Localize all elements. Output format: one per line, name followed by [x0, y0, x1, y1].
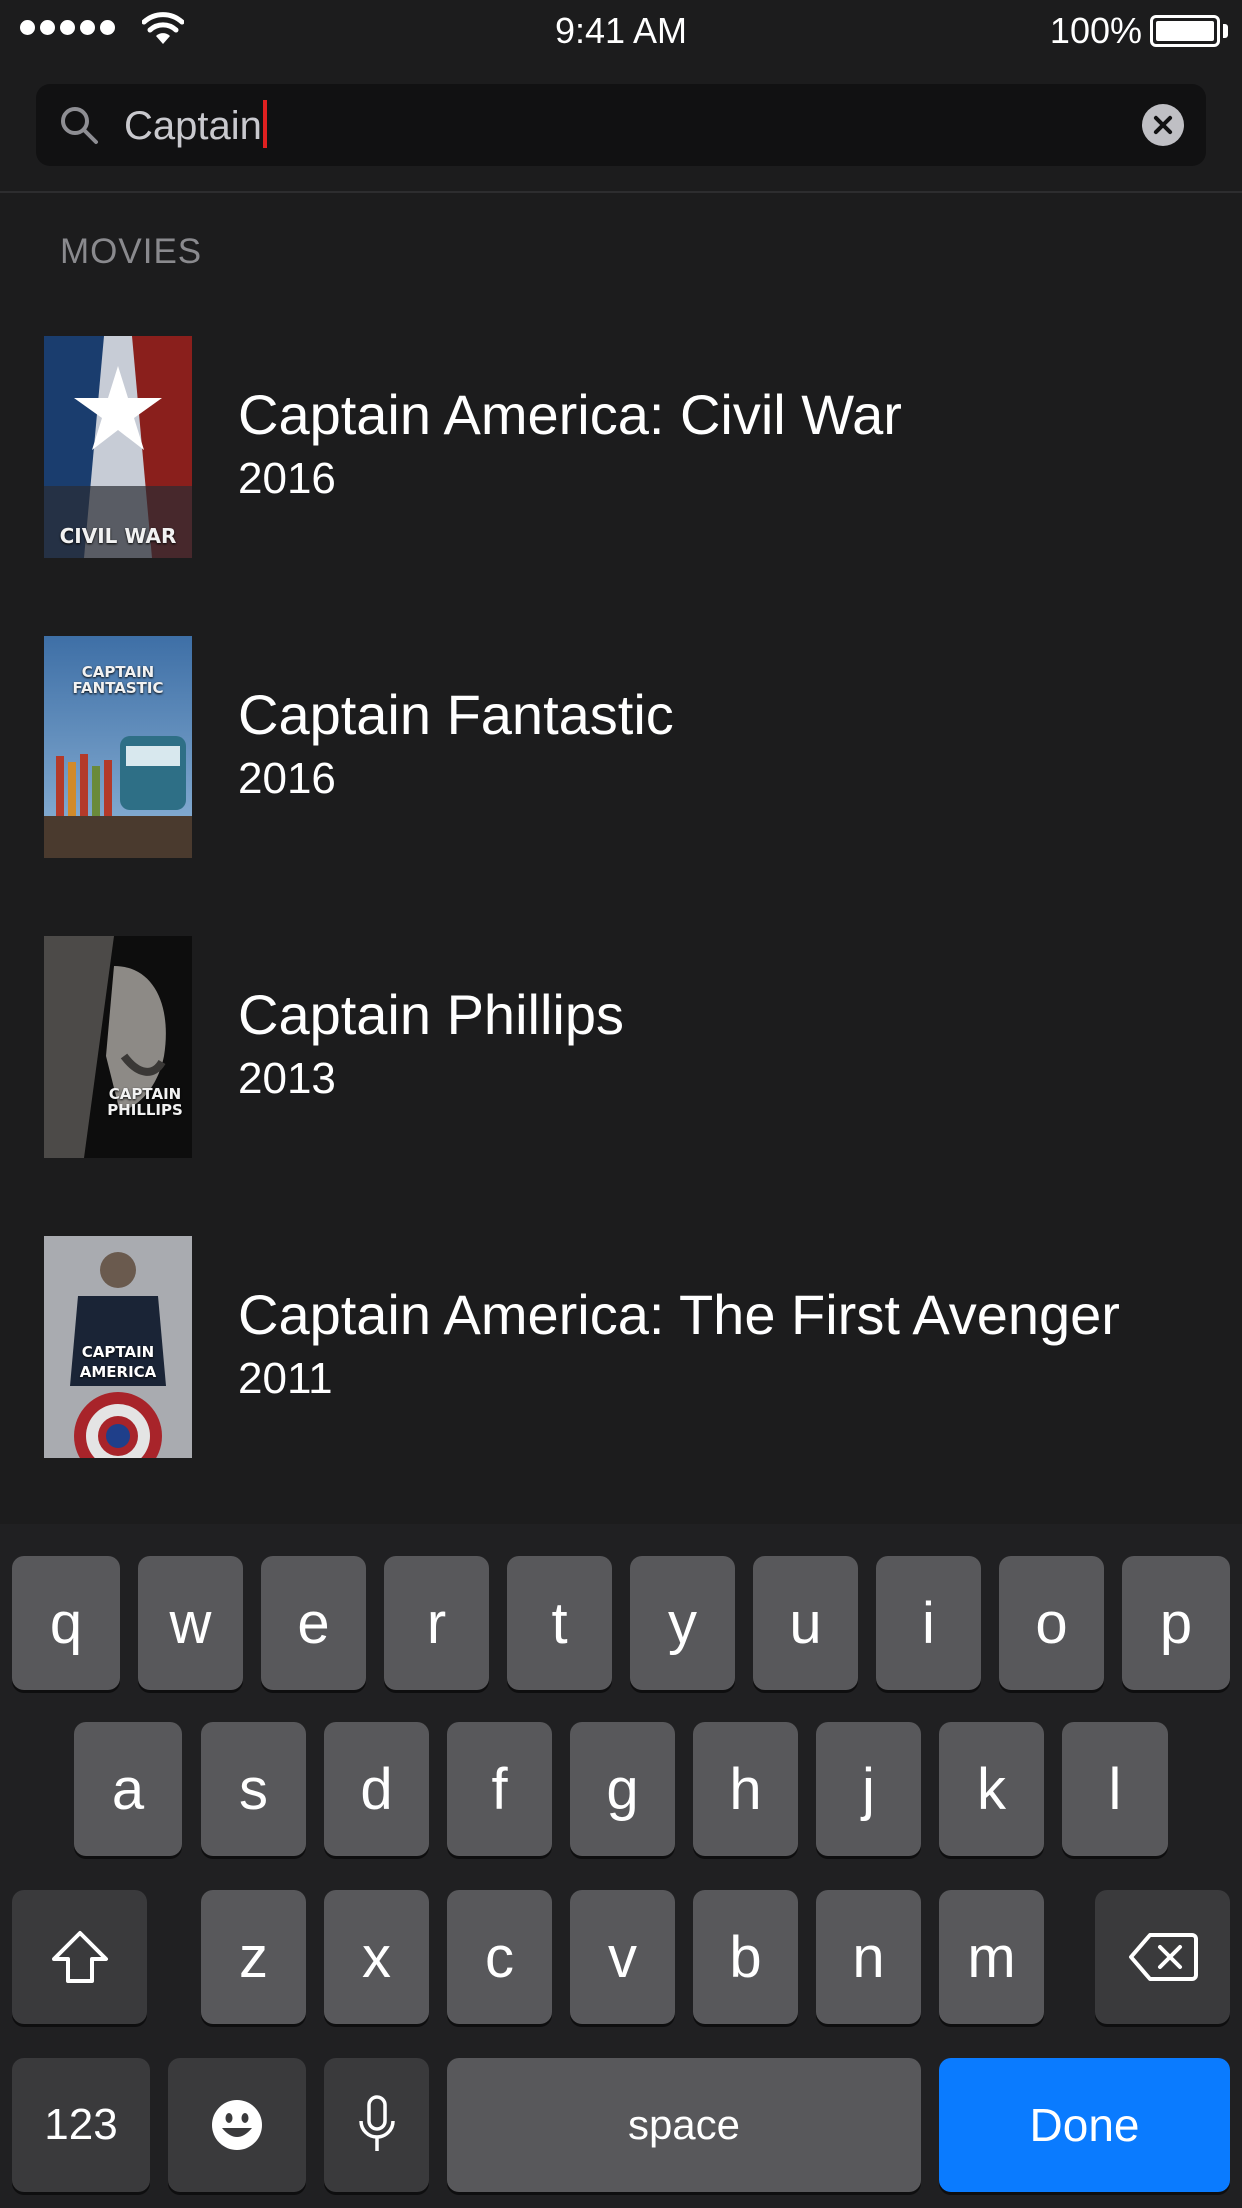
key-m[interactable]: m [939, 1890, 1044, 2024]
poster-title: CAPTAIN AMERICA [79, 1343, 157, 1381]
emoji-key[interactable] [168, 2058, 306, 2192]
shift-arrow-icon [51, 1931, 108, 1983]
key-d[interactable]: d [324, 1722, 429, 1856]
key-q[interactable]: q [12, 1556, 120, 1690]
key-i[interactable]: i [876, 1556, 981, 1690]
movie-title: Captain America: Civil War [238, 383, 902, 446]
key-p[interactable]: p [1122, 1556, 1230, 1690]
result-row[interactable]: CAPTAIN FANTASTIC Captain Fantastic 2016 [0, 636, 1242, 858]
poster-title: CAPTAIN FANTASTIC [72, 663, 164, 697]
movie-year: 2016 [238, 754, 336, 803]
backspace-icon [1128, 1933, 1198, 1981]
result-row[interactable]: CAPTAIN PHILLIPS Captain Phillips 2013 [0, 936, 1242, 1158]
key-r[interactable]: r [384, 1556, 489, 1690]
status-bar: 9:41 AM 100% [0, 0, 1242, 62]
key-y[interactable]: y [630, 1556, 735, 1690]
movie-title: Captain Phillips [238, 983, 624, 1046]
search-screen: 9:41 AM 100% Captain MOVIES CIVIL WAR Ca… [0, 0, 1242, 2208]
keyboard: q w e r t y u i o p a s d f g h j k l z … [0, 1524, 1242, 2208]
movie-poster: CIVIL WAR [44, 336, 192, 558]
numbers-key[interactable]: 123 [12, 2058, 150, 2192]
result-row[interactable]: CAPTAIN AMERICA Captain America: The Fir… [0, 1236, 1242, 1458]
key-v[interactable]: v [570, 1890, 675, 2024]
battery-icon [1150, 15, 1220, 47]
key-u[interactable]: u [753, 1556, 858, 1690]
space-key[interactable]: space [447, 2058, 921, 2192]
poster-title: CAPTAIN PHILLIPS [107, 1085, 183, 1119]
key-b[interactable]: b [693, 1890, 798, 2024]
search-input[interactable]: Captain [124, 100, 267, 149]
key-t[interactable]: t [507, 1556, 612, 1690]
movie-poster: CAPTAIN AMERICA [44, 1236, 192, 1458]
result-row[interactable]: CIVIL WAR Captain America: Civil War 201… [0, 336, 1242, 558]
key-k[interactable]: k [939, 1722, 1044, 1856]
section-header-movies: MOVIES [60, 232, 203, 271]
movie-year: 2011 [238, 1354, 333, 1403]
key-e[interactable]: e [261, 1556, 366, 1690]
poster-title: CIVIL WAR [59, 524, 177, 548]
key-l[interactable]: l [1062, 1722, 1168, 1856]
key-x[interactable]: x [324, 1890, 429, 2024]
dictation-key[interactable] [324, 2058, 429, 2192]
search-query-text: Captain [124, 104, 262, 148]
shift-key[interactable] [12, 1890, 147, 2024]
magnifier-icon [61, 107, 98, 144]
text-cursor [262, 100, 267, 148]
key-c[interactable]: c [447, 1890, 552, 2024]
search-divider [0, 191, 1242, 193]
movie-year: 2013 [238, 1054, 336, 1103]
key-j[interactable]: j [816, 1722, 921, 1856]
movie-year: 2016 [238, 454, 336, 503]
battery-percentage: 100% [1049, 10, 1142, 51]
delete-key[interactable] [1095, 1890, 1230, 2024]
movie-poster: CAPTAIN PHILLIPS [44, 936, 192, 1158]
movie-title: Captain Fantastic [238, 683, 674, 746]
movie-title: Captain America: The First Avenger [238, 1283, 1120, 1346]
done-key[interactable]: Done [939, 2058, 1230, 2192]
search-field[interactable]: Captain [36, 84, 1206, 166]
key-z[interactable]: z [201, 1890, 306, 2024]
key-o[interactable]: o [999, 1556, 1104, 1690]
key-g[interactable]: g [570, 1722, 675, 1856]
key-n[interactable]: n [816, 1890, 921, 2024]
key-a[interactable]: a [74, 1722, 182, 1856]
movie-poster: CAPTAIN FANTASTIC [44, 636, 192, 858]
microphone-icon [358, 2095, 395, 2151]
key-h[interactable]: h [693, 1722, 798, 1856]
key-f[interactable]: f [447, 1722, 552, 1856]
key-s[interactable]: s [201, 1722, 306, 1856]
clear-search-icon[interactable] [1142, 104, 1184, 146]
key-w[interactable]: w [138, 1556, 243, 1690]
emoji-icon [212, 2100, 262, 2150]
